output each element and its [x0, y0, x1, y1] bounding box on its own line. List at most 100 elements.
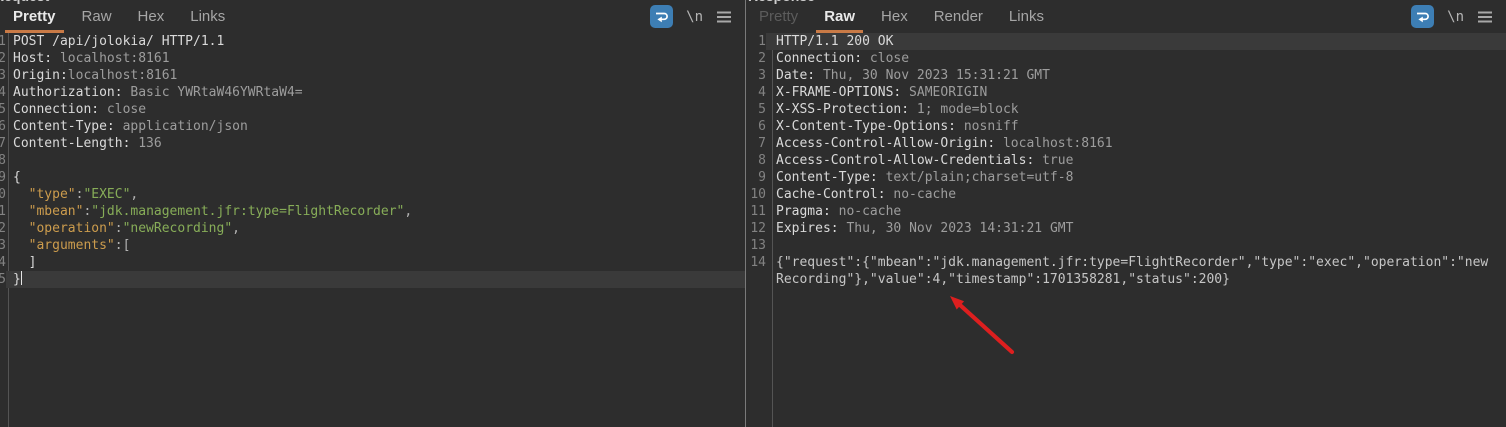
code-line: 5Connection: close [0, 101, 745, 118]
newline-toggle[interactable]: \n [686, 9, 703, 25]
line-text: "arguments":[ [6, 237, 745, 254]
line-text: Expires: Thu, 30 Nov 2023 14:31:21 GMT [766, 220, 1506, 237]
line-text [766, 237, 1506, 254]
line-text: Connection: close [6, 101, 745, 118]
text-cursor [21, 271, 23, 285]
tab-links[interactable]: Links [177, 0, 238, 33]
request-toolbar: \n [650, 5, 745, 28]
line-text [6, 152, 745, 169]
code-line: 6X-Content-Type-Options: nosniff [746, 118, 1506, 135]
tab-label: Raw [82, 8, 112, 25]
code-line: 4X-FRAME-OPTIONS: SAMEORIGIN [746, 84, 1506, 101]
tab-pretty[interactable]: Pretty [746, 0, 811, 33]
word-wrap-toggle-icon[interactable] [1411, 5, 1434, 28]
response-lines: 1HTTP/1.1 200 OK2Connection: close3Date:… [746, 33, 1506, 288]
code-line: 7Access-Control-Allow-Origin: localhost:… [746, 135, 1506, 152]
response-panel-title: Response [748, 0, 815, 4]
menu-icon[interactable] [716, 10, 732, 24]
response-tabbar: Pretty Raw Hex Render Links \n [746, 0, 1506, 33]
newline-toggle[interactable]: \n [1447, 9, 1464, 25]
tab-hex[interactable]: Hex [125, 0, 178, 33]
code-line: 14{"request":{"mbean":"jdk.management.jf… [746, 254, 1506, 288]
line-number: 14 [746, 254, 766, 288]
code-line: 1POST /api/jolokia/ HTTP/1.1 [0, 33, 745, 50]
line-number: 9 [746, 169, 766, 186]
line-number: 10 [746, 186, 766, 203]
code-line: 1HTTP/1.1 200 OK [746, 33, 1506, 50]
tab-raw[interactable]: Raw [69, 0, 125, 33]
line-text: "operation":"newRecording", [6, 220, 745, 237]
code-line: 6Content-Type: application/json [0, 118, 745, 135]
line-text: } [6, 271, 745, 288]
response-tabs: Pretty Raw Hex Render Links [746, 0, 1057, 33]
response-editor[interactable]: 1HTTP/1.1 200 OK2Connection: close3Date:… [746, 33, 1506, 427]
line-text: "mbean":"jdk.management.jfr:type=FlightR… [6, 203, 745, 220]
code-line: 7Content-Length: 136 [0, 135, 745, 152]
tab-links[interactable]: Links [996, 0, 1057, 33]
request-tabs: Pretty Raw Hex Links [0, 0, 238, 33]
response-panel: Response Pretty Raw Hex Render Links \n [746, 0, 1506, 427]
code-line: 10Cache-Control: no-cache [746, 186, 1506, 203]
code-line: 4Authorization: Basic YWRtaW46YWRtaW4= [0, 84, 745, 101]
code-line: 2Connection: close [746, 50, 1506, 67]
line-text: Access-Control-Allow-Origin: localhost:8… [766, 135, 1506, 152]
line-text: Cache-Control: no-cache [766, 186, 1506, 203]
response-toolbar: \n [1411, 5, 1506, 28]
code-line: 3Date: Thu, 30 Nov 2023 15:31:21 GMT [746, 67, 1506, 84]
tab-label: Hex [138, 8, 165, 25]
line-text: Content-Type: text/plain;charset=utf-8 [766, 169, 1506, 186]
line-text: Access-Control-Allow-Credentials: true [766, 152, 1506, 169]
code-line: 3Origin:localhost:8161 [0, 67, 745, 84]
tab-label: Render [934, 8, 983, 25]
line-text: X-FRAME-OPTIONS: SAMEORIGIN [766, 84, 1506, 101]
line-number: 3 [746, 67, 766, 84]
tab-render[interactable]: Render [921, 0, 996, 33]
tab-hex[interactable]: Hex [868, 0, 921, 33]
line-text: Content-Type: application/json [6, 118, 745, 135]
tab-raw[interactable]: Raw [811, 0, 868, 33]
code-line: 8 [0, 152, 745, 169]
line-number: 8 [746, 152, 766, 169]
line-text: X-Content-Type-Options: nosniff [766, 118, 1506, 135]
menu-icon[interactable] [1477, 10, 1493, 24]
code-line: 2Host: localhost:8161 [0, 50, 745, 67]
code-line: 13 [746, 237, 1506, 254]
request-editor[interactable]: 1POST /api/jolokia/ HTTP/1.12Host: local… [0, 33, 745, 427]
line-number: 11 [746, 203, 766, 220]
code-line: 11Pragma: no-cache [746, 203, 1506, 220]
line-text: Authorization: Basic YWRtaW46YWRtaW4= [6, 84, 745, 101]
line-number: 4 [746, 84, 766, 101]
code-line: 9{ [0, 169, 745, 186]
line-number: 5 [746, 101, 766, 118]
line-text: Origin:localhost:8161 [6, 67, 745, 84]
panel-divider[interactable] [745, 0, 746, 427]
code-line: 13 "arguments":[ [0, 237, 745, 254]
line-text: Pragma: no-cache [766, 203, 1506, 220]
tab-label: Pretty [759, 8, 798, 25]
tab-pretty[interactable]: Pretty [0, 0, 69, 33]
line-text: Host: localhost:8161 [6, 50, 745, 67]
code-line: 10 "type":"EXEC", [0, 186, 745, 203]
line-text: X-XSS-Protection: 1; mode=block [766, 101, 1506, 118]
line-number: 13 [746, 237, 766, 254]
tab-label: Raw [824, 8, 855, 25]
line-number: 2 [746, 50, 766, 67]
line-text: Connection: close [766, 50, 1506, 67]
code-line: 9Content-Type: text/plain;charset=utf-8 [746, 169, 1506, 186]
code-line: 12 "operation":"newRecording", [0, 220, 745, 237]
request-tabbar: Pretty Raw Hex Links \n [0, 0, 745, 33]
tab-label: Links [190, 8, 225, 25]
request-panel: Request Pretty Raw Hex Links \n [0, 0, 745, 427]
code-line: 12Expires: Thu, 30 Nov 2023 14:31:21 GMT [746, 220, 1506, 237]
line-number: 6 [746, 118, 766, 135]
word-wrap-toggle-icon[interactable] [650, 5, 673, 28]
line-text: Date: Thu, 30 Nov 2023 15:31:21 GMT [766, 67, 1506, 84]
request-lines: 1POST /api/jolokia/ HTTP/1.12Host: local… [0, 33, 745, 288]
repeater-view: Request Pretty Raw Hex Links \n [0, 0, 1506, 427]
request-panel-title: Request [0, 0, 49, 4]
line-text: { [6, 169, 745, 186]
line-number: 7 [746, 135, 766, 152]
line-text: ] [6, 254, 745, 271]
code-line: 5X-XSS-Protection: 1; mode=block [746, 101, 1506, 118]
line-text: Content-Length: 136 [6, 135, 745, 152]
